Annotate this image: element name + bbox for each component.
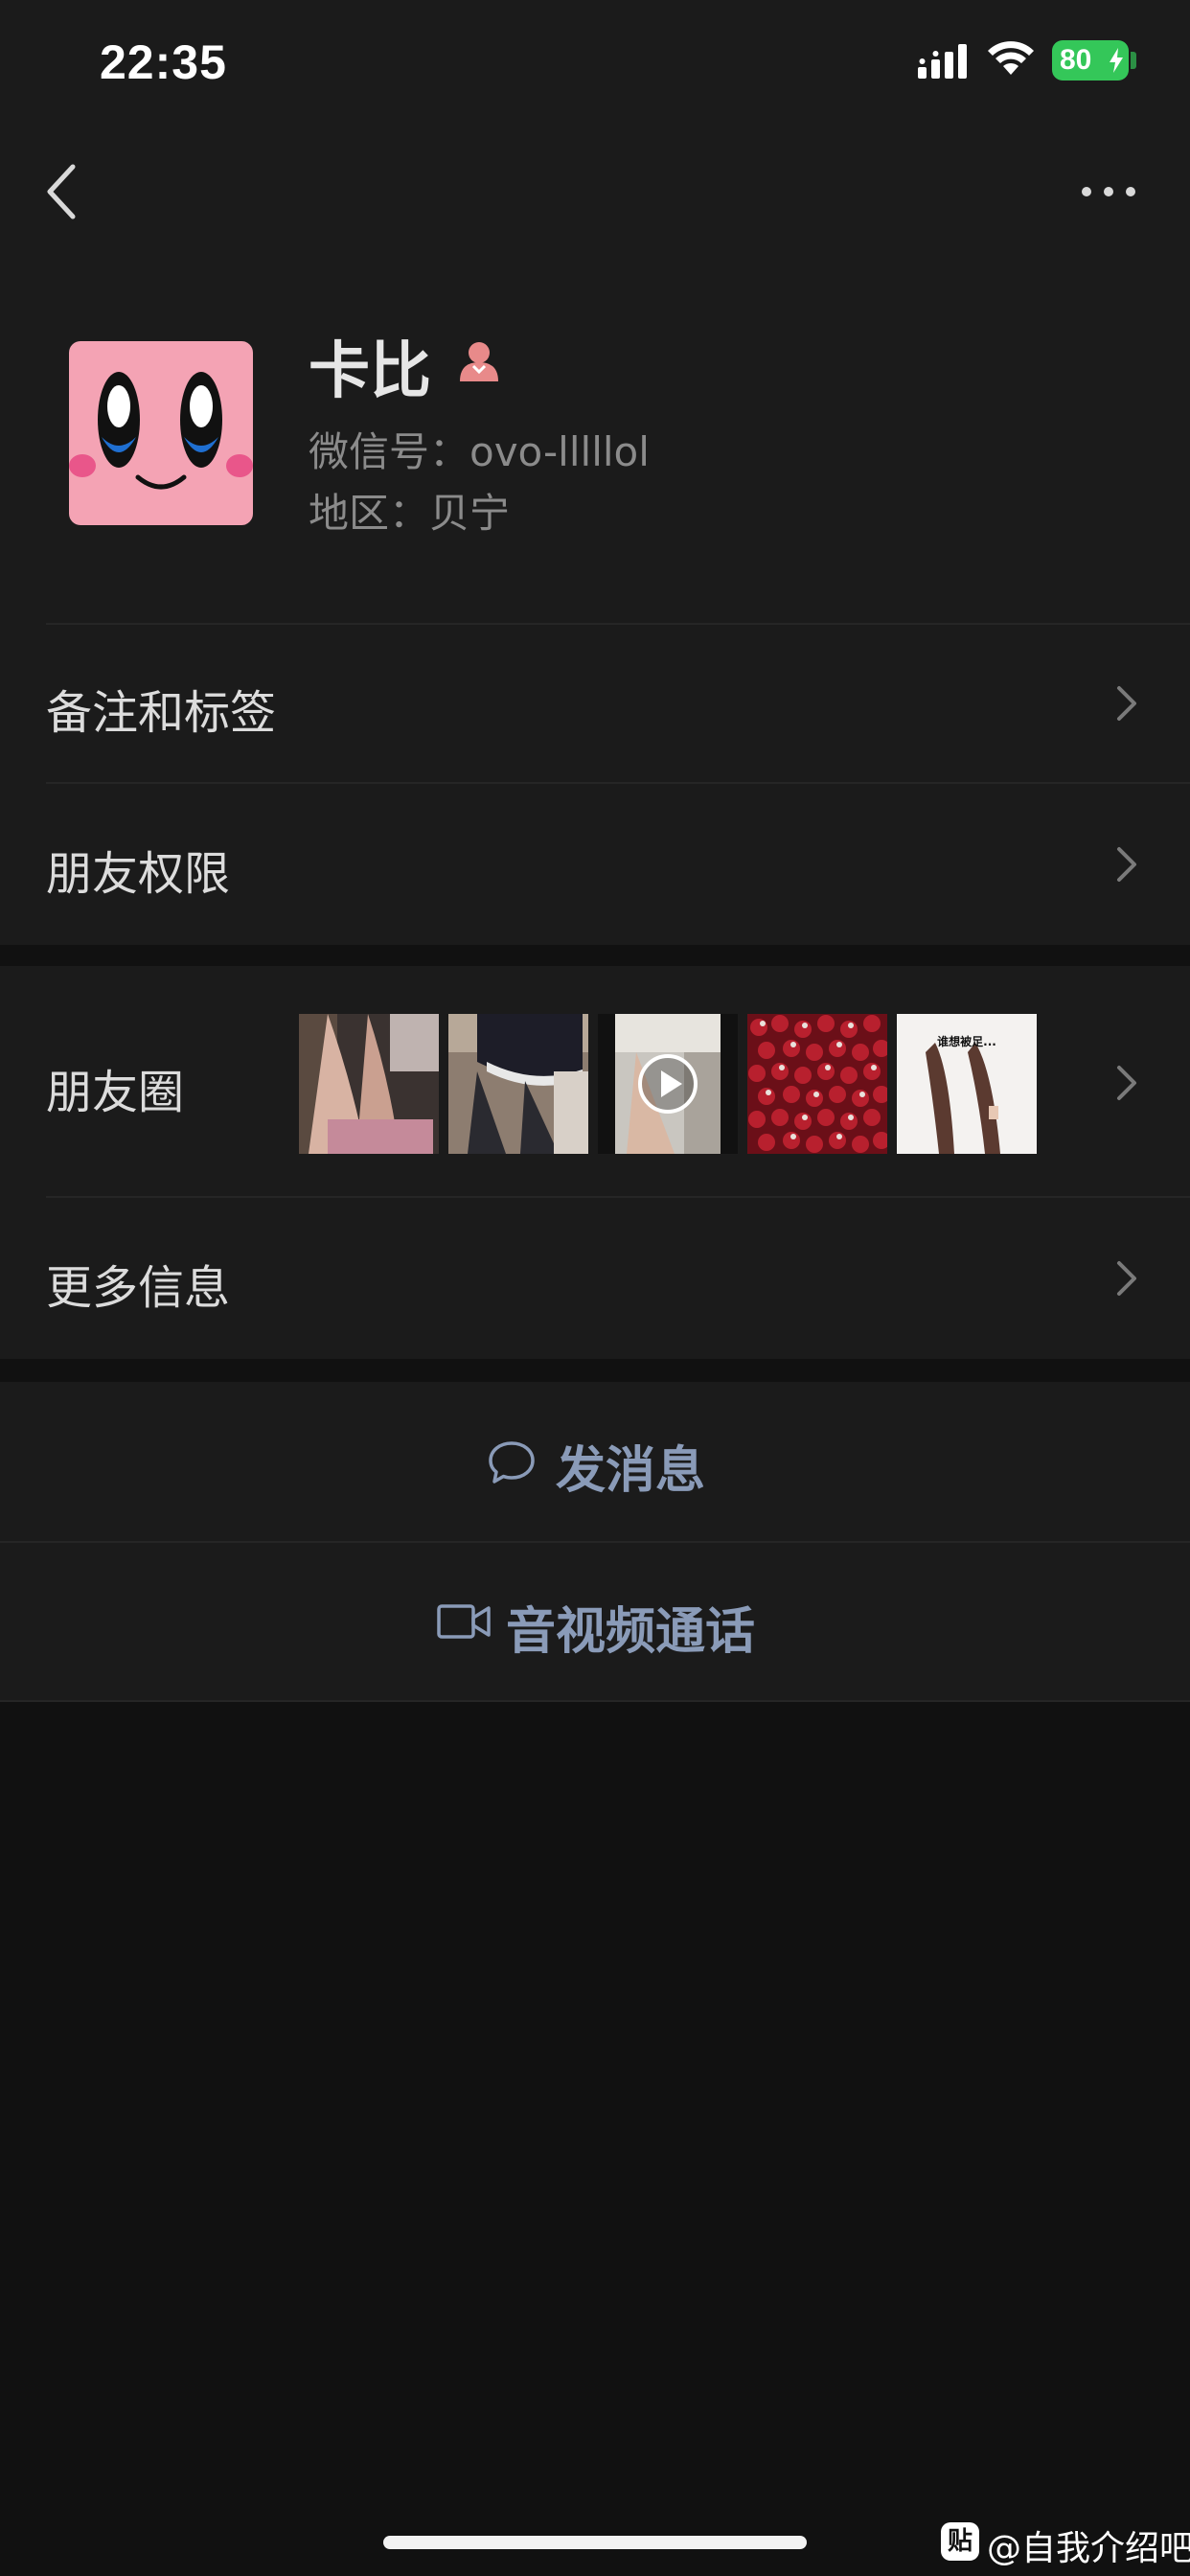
row-label: 备注和标签 <box>46 686 277 740</box>
avatar[interactable] <box>69 341 253 525</box>
profile-header: 卡比 微信号：ovo-lllllol 地区：贝宁 <box>0 249 1190 625</box>
status-time: 22:35 <box>100 35 227 89</box>
moments-thumbnail[interactable]: 谁想被足... <box>897 1014 1037 1154</box>
video-camera-icon <box>437 1604 491 1639</box>
video-call-label: 音视频通话 <box>506 1603 756 1661</box>
back-icon[interactable] <box>42 161 80 222</box>
signal-icon <box>918 44 967 79</box>
battery-bolt-icon <box>1110 48 1123 73</box>
battery-indicator: 80 <box>1052 40 1129 80</box>
row-more-info[interactable]: 更多信息 <box>0 1198 1190 1359</box>
moments-thumbnail[interactable] <box>598 1014 738 1154</box>
profile-name: 卡比 <box>309 336 431 407</box>
photo-image <box>747 1014 887 1154</box>
region: 地区：贝宁 <box>309 490 511 537</box>
more-icon[interactable] <box>1079 182 1138 201</box>
moments-thumbnail[interactable] <box>747 1014 887 1154</box>
video-call-button[interactable]: 音视频通话 <box>0 1543 1190 1702</box>
chevron-right-icon <box>1117 847 1136 882</box>
chevron-right-icon <box>1117 686 1136 721</box>
chat-bubble-icon <box>489 1441 535 1484</box>
row-friend-permissions[interactable]: 朋友权限 <box>0 784 1190 945</box>
wifi-icon <box>988 41 1034 75</box>
watermark-badge: 贴 <box>941 2522 979 2561</box>
watermark-text: @自我介绍吧 <box>987 2529 1190 2568</box>
row-remark-tags[interactable]: 备注和标签 <box>0 625 1190 784</box>
battery-level: 80 <box>1060 44 1092 76</box>
moments-thumbnail[interactable] <box>299 1014 439 1154</box>
nav-bar <box>0 134 1190 249</box>
divider <box>0 1700 1190 1702</box>
battery-cap <box>1131 52 1136 69</box>
female-icon <box>460 342 498 381</box>
row-label: 朋友圈 <box>46 1066 185 1119</box>
chevron-right-icon <box>1117 1066 1136 1100</box>
row-label: 更多信息 <box>46 1261 231 1315</box>
thumbnail-caption: 谁想被足... <box>937 1035 996 1048</box>
send-message-button[interactable]: 发消息 <box>0 1382 1190 1543</box>
home-indicator <box>383 2536 807 2549</box>
send-message-label: 发消息 <box>556 1442 706 1500</box>
wechat-id: 微信号：ovo-lllllol <box>309 428 650 475</box>
status-bar: 22:35 80 <box>0 0 1190 134</box>
chevron-right-icon <box>1117 1261 1136 1296</box>
photo-image <box>299 1014 439 1154</box>
row-label: 朋友权限 <box>46 847 231 901</box>
kirby-face-image <box>69 341 253 525</box>
moments-thumbnail[interactable] <box>448 1014 588 1154</box>
play-icon <box>638 1054 698 1114</box>
photo-image <box>448 1014 588 1154</box>
